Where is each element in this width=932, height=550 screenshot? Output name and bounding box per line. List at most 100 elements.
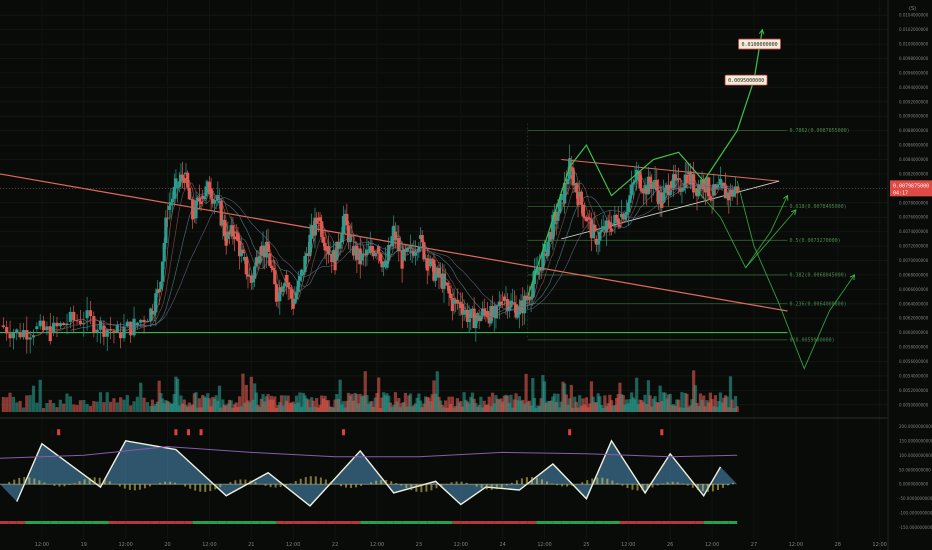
candle-body: [165, 217, 170, 219]
osc-state-strip: [527, 521, 537, 524]
osc-state-strip: [25, 521, 34, 524]
osc-histogram-bar: [586, 480, 589, 485]
osc-histogram-bar: [566, 484, 569, 487]
candle-body: [244, 256, 248, 275]
osc-state-strip: [226, 521, 235, 524]
osc-histogram-bar: [525, 477, 528, 485]
y-tick-label: 0.0090000000: [899, 114, 929, 119]
volume-bar: [112, 398, 116, 412]
osc-state-strip: [427, 521, 436, 524]
osc-histogram-bar: [510, 482, 513, 485]
osc-state-strip: [117, 521, 126, 524]
osc-histogram-bar: [309, 476, 312, 485]
osc-histogram-bar: [169, 481, 172, 485]
volume-bar: [125, 395, 129, 412]
osc-histogram-bar: [440, 484, 443, 486]
osc-state-strip: [385, 521, 394, 524]
y-tick-label: 0.0086000000: [899, 143, 929, 148]
osc-state-strip: [511, 521, 520, 524]
candle-body: [85, 310, 89, 319]
osc-histogram-bar: [480, 484, 483, 489]
candle-body: [630, 184, 634, 196]
candle-body: [88, 310, 93, 317]
y-tick-label: 0.0094000000: [899, 85, 929, 90]
candle-body: [62, 323, 66, 325]
y-tick-label: 0.0096000000: [899, 70, 929, 75]
volume-bar: [21, 407, 26, 412]
candle-body: [494, 305, 498, 319]
osc-histogram-bar: [691, 484, 694, 488]
osc-state-strip: [276, 521, 285, 524]
osc-state-strip: [142, 521, 151, 524]
osc-histogram-bar: [355, 484, 358, 488]
candle-body: [181, 174, 185, 178]
osc-histogram-bar: [229, 482, 232, 485]
osc-state-strip: [636, 521, 646, 524]
osc-histogram-bar: [686, 484, 689, 486]
candle-body: [566, 178, 570, 185]
candle-body: [271, 267, 275, 271]
osc-histogram-bar: [83, 479, 86, 485]
osc-histogram-bar: [189, 484, 192, 489]
candle-body: [516, 314, 520, 318]
candle-body: [25, 329, 29, 340]
osc-state-strip: [175, 521, 185, 524]
osc-histogram-bar: [329, 481, 332, 485]
osc-histogram-bar: [123, 484, 126, 489]
osc-state-strip: [16, 521, 26, 524]
fib-level-label: 0(0.0059000000): [789, 337, 834, 343]
price-chart[interactable]: 0.7862(0.0087855000) 0.618(0.0078495000) 0…: [0, 0, 932, 550]
candle-body: [139, 319, 143, 323]
candle-body: [52, 322, 56, 333]
candle-body: [445, 282, 449, 286]
volume-bar: [119, 397, 123, 412]
scale-label[interactable]: (S): [909, 6, 916, 12]
osc-tick-label: 100.0000000000: [899, 453, 932, 458]
candle-body: [162, 242, 166, 262]
candle-body: [420, 235, 424, 243]
candle-body: [273, 270, 277, 285]
osc-state-strip: [552, 521, 562, 524]
volume-bar: [95, 401, 99, 412]
osc-histogram-bar: [500, 484, 503, 488]
candle-body: [197, 197, 201, 202]
osc-signal-marker: [199, 429, 203, 436]
osc-histogram-bar: [666, 482, 669, 485]
osc-state-strip: [728, 521, 738, 524]
volume-bar: [132, 401, 136, 412]
osc-histogram-bar: [43, 482, 46, 485]
osc-histogram-bar: [344, 484, 347, 488]
osc-histogram-bar: [435, 484, 438, 489]
y-tick-label: 0.0102000000: [899, 27, 929, 32]
candle-body: [469, 309, 473, 319]
candle-body: [48, 326, 52, 342]
osc-histogram-bar: [219, 484, 222, 488]
osc-histogram-bar: [370, 482, 373, 485]
osc-histogram-bar: [279, 484, 282, 487]
candle-body: [167, 205, 171, 210]
y-tick-label: 0.0064000000: [899, 301, 929, 306]
osc-state-strip: [351, 521, 361, 524]
osc-state-strip: [536, 521, 545, 524]
osc-state-strip: [125, 521, 135, 524]
osc-histogram-bar: [214, 484, 217, 490]
osc-state-strip: [41, 521, 51, 524]
osc-histogram-bar: [88, 477, 91, 485]
osc-state-strip: [134, 521, 143, 524]
candle-body: [467, 318, 471, 322]
osc-state-strip: [284, 521, 294, 524]
osc-histogram-bar: [98, 477, 101, 485]
volume-bar: [62, 403, 66, 412]
volume-bar: [65, 393, 69, 412]
candle-body: [15, 329, 19, 334]
y-tick-label: 0.0060000000: [899, 330, 929, 335]
osc-histogram-bar: [410, 484, 413, 491]
candle-body: [222, 219, 227, 237]
osc-state-strip: [561, 521, 570, 524]
osc-histogram-bar: [535, 477, 538, 485]
candle-body: [584, 218, 589, 222]
osc-histogram-bar: [284, 484, 287, 486]
osc-state-strip: [335, 521, 344, 524]
x-tick-label: 27: [751, 542, 757, 548]
volume-bar: [48, 399, 52, 412]
